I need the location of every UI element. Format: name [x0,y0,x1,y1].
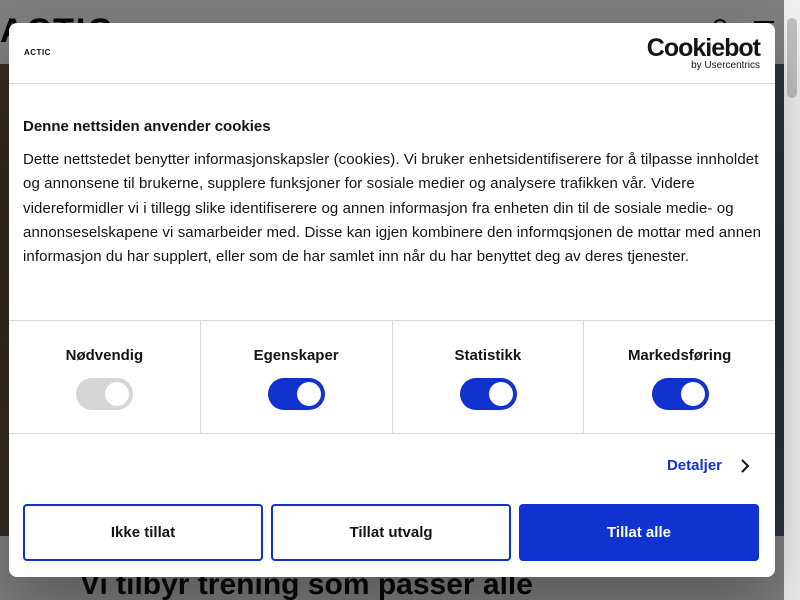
details-link[interactable]: Detaljer [667,457,750,474]
allow-all-button[interactable]: Tillat alle [519,504,759,561]
category-label: Statistikk [454,347,522,364]
category-label: Markedsføring [627,347,732,364]
cookie-consent-dialog: ACTIC Cookiebot by Usercentrics Denne ne… [9,23,775,577]
allow-selection-button[interactable]: Tillat utvalg [271,504,511,561]
cookiebot-byline: by Usercentrics [691,60,760,71]
category-marketing: Markedsføring [584,321,775,433]
category-label: Nødvendig [65,347,144,364]
cookiebot-wordmark: Cookiebot [646,34,761,62]
dialog-header: ACTIC Cookiebot by Usercentrics [9,23,775,84]
toggle-knob [297,382,322,406]
brand-logo: ACTIC [24,48,51,57]
statistics-toggle[interactable] [459,378,517,410]
chevron-right-icon [741,458,750,473]
necessary-toggle [76,378,134,410]
toggle-knob [680,382,705,406]
dialog-body: Denne nettsiden anvender cookies Dette n… [9,85,775,321]
category-label: Egenskaper [253,347,339,364]
toggle-knob [488,382,513,406]
toggle-knob [105,382,130,406]
preferences-toggle[interactable] [268,378,326,410]
category-preferences: Egenskaper [201,321,393,433]
scrollbar-thumb[interactable] [787,18,797,98]
dialog-description: Dette nettstedet benytter informasjonska… [23,151,762,266]
cookiebot-logo[interactable]: Cookiebot by Usercentrics [646,34,761,71]
category-statistics: Statistikk [393,321,585,433]
dialog-title: Denne nettsiden anvender cookies [23,118,271,135]
category-necessary: Nødvendig [9,321,201,433]
consent-categories: Nødvendig Egenskaper Statistikk Markedsf… [9,321,775,434]
marketing-toggle[interactable] [651,378,709,410]
details-label: Detaljer [666,457,722,474]
deny-button[interactable]: Ikke tillat [23,504,263,561]
